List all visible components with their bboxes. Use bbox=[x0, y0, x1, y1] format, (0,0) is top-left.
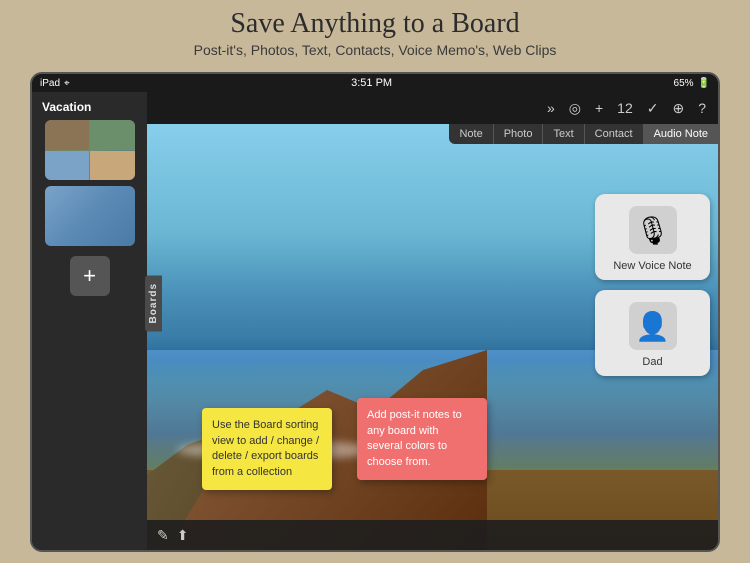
toolbar-icon-target[interactable]: ◎ bbox=[565, 98, 585, 119]
status-left: iPad ⌖ bbox=[40, 78, 70, 89]
tab-audio-note[interactable]: Audio Note bbox=[644, 124, 718, 144]
content-tabs: Note Photo Text Contact Audio Note bbox=[449, 124, 718, 144]
battery-icon: 🔋 bbox=[698, 78, 710, 89]
status-bar: iPad ⌖ 3:51 PM 65% 🔋 bbox=[32, 74, 718, 92]
toolbar-icon-arrows[interactable]: » bbox=[543, 98, 559, 118]
sticky-note-pink-text: Add post-it notes to any board with seve… bbox=[367, 409, 462, 467]
share-icon[interactable]: ⬆ bbox=[177, 527, 189, 544]
tab-text[interactable]: Text bbox=[543, 124, 584, 144]
microphone-icon: 🎙 bbox=[629, 206, 677, 254]
tab-contact[interactable]: Contact bbox=[585, 124, 644, 144]
thumb-cell bbox=[90, 120, 135, 150]
toolbar-icon-add[interactable]: + bbox=[591, 98, 607, 118]
contact-card[interactable]: 👤 Dad bbox=[595, 290, 710, 376]
person-icon: 👤 bbox=[629, 302, 677, 350]
ipad-content: Vacation + Boards » bbox=[32, 92, 718, 550]
scene-background: Use the Board sorting view to add / chan… bbox=[147, 124, 718, 550]
toolbar-icon-help[interactable]: ? bbox=[694, 98, 710, 118]
edit-icon[interactable]: ✎ bbox=[157, 527, 169, 544]
wifi-icon: ⌖ bbox=[64, 78, 70, 89]
device-label: iPad bbox=[40, 78, 60, 89]
tab-photo[interactable]: Photo bbox=[494, 124, 544, 144]
toolbar-icon-check[interactable]: ✓ bbox=[643, 98, 663, 119]
contact-label: Dad bbox=[642, 356, 662, 368]
voice-note-card[interactable]: 🎙 New Voice Note bbox=[595, 194, 710, 280]
action-cards: 🎙 New Voice Note 👤 Dad bbox=[595, 194, 710, 376]
toolbar: » ◎ + 12 ✓ ⊕ ? bbox=[147, 92, 718, 124]
thumb-cell bbox=[90, 151, 135, 181]
tab-note[interactable]: Note bbox=[449, 124, 493, 144]
ipad-frame: iPad ⌖ 3:51 PM 65% 🔋 Vacation bbox=[30, 72, 720, 552]
sticky-note-yellow[interactable]: Use the Board sorting view to add / chan… bbox=[202, 408, 332, 490]
page-title: Save Anything to a Board bbox=[20, 8, 730, 40]
status-right: 65% 🔋 bbox=[674, 78, 710, 89]
toolbar-icon-plus-circle[interactable]: ⊕ bbox=[668, 98, 688, 119]
board-thumbnail-1[interactable] bbox=[45, 120, 135, 180]
voice-note-label: New Voice Note bbox=[613, 260, 691, 272]
thumb-cell bbox=[45, 120, 90, 150]
add-board-button[interactable]: + bbox=[70, 256, 110, 296]
bottom-bar: ✎ ⬆ bbox=[147, 520, 718, 550]
sticky-note-yellow-text: Use the Board sorting view to add / chan… bbox=[212, 419, 319, 477]
main-area: » ◎ + 12 ✓ ⊕ ? Note Photo Text Contact A… bbox=[147, 92, 718, 550]
boards-tab[interactable]: Boards bbox=[145, 275, 162, 331]
page-header: Save Anything to a Board Post-it's, Phot… bbox=[0, 0, 750, 62]
status-time: 3:51 PM bbox=[351, 77, 392, 89]
sidebar: Vacation + Boards bbox=[32, 92, 147, 550]
board-thumbnail-2[interactable] bbox=[45, 186, 135, 246]
page-subtitle: Post-it's, Photos, Text, Contacts, Voice… bbox=[20, 42, 730, 58]
sticky-note-pink[interactable]: Add post-it notes to any board with seve… bbox=[357, 398, 487, 480]
toolbar-icon-calendar[interactable]: 12 bbox=[613, 98, 637, 118]
battery-percent: 65% bbox=[674, 78, 694, 89]
thumb-cell bbox=[45, 151, 90, 181]
board-name: Vacation bbox=[42, 100, 91, 114]
